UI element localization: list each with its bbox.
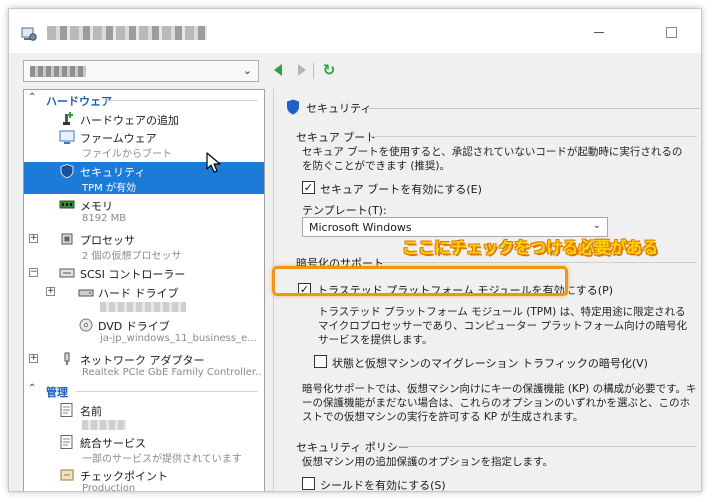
nav-item-label: チェックポイント — [80, 470, 168, 483]
dvd-icon — [79, 318, 93, 332]
template-value: Microsoft Windows — [309, 221, 412, 234]
annotation-highlight-box — [272, 266, 568, 296]
section-header-management[interactable]: ⌃ 管理 — [24, 383, 264, 399]
nav-item-detail: 一部のサービスが提供されています — [82, 454, 242, 465]
nav-item-dvd-drive[interactable]: DVD ドライブ ja-jp_windows_11_business_e... — [24, 316, 264, 348]
settings-app-icon — [21, 27, 37, 41]
template-label: テンプレート(T): — [302, 204, 387, 217]
add-hardware-icon — [63, 112, 73, 125]
expand-icon[interactable]: + — [29, 354, 38, 363]
nav-item-firmware[interactable]: ファームウェア ファイルからブート — [24, 128, 264, 160]
nav-item-detail: TPM が有効 — [82, 183, 136, 194]
scsi-icon — [59, 268, 75, 278]
nav-item-detail: ファイルからブート — [82, 149, 172, 160]
collapse-chevron-icon[interactable]: ⌃ — [28, 92, 36, 103]
divider — [370, 136, 697, 137]
annotation-callout: ここにチェックをつける必要がある — [402, 238, 659, 257]
chevron-down-icon: ⌄ — [592, 220, 601, 231]
divider — [76, 391, 258, 392]
minimize-icon[interactable] — [577, 19, 621, 45]
nav-item-checkpoint[interactable]: チェックポイント Production — [24, 466, 264, 492]
network-adapter-icon — [64, 352, 70, 365]
chevron-down-icon: ⌄ — [242, 64, 252, 77]
group-title-security-policy: セキュリティ ポリシー — [296, 441, 409, 454]
nav-item-label: ネットワーク アダプター — [80, 354, 205, 367]
shield-icon — [60, 164, 74, 178]
secure-boot-checkbox-label[interactable]: セキュア ブートを有効にする(E) — [320, 181, 482, 197]
hard-drive-icon — [78, 289, 94, 297]
section-header-hardware[interactable]: ⌃ ハードウェア — [24, 92, 264, 108]
nav-item-security[interactable]: セキュリティ TPM が有効 — [24, 162, 264, 194]
security-policy-description: 仮想マシン用の追加保護のオプションを指定します。 — [302, 456, 553, 468]
expand-icon[interactable]: + — [46, 287, 55, 296]
nav-item-detail-redacted — [100, 300, 186, 312]
processor-icon — [61, 233, 73, 245]
name-icon — [60, 403, 73, 417]
nav-item-label: 統合サービス — [80, 437, 146, 450]
expand-icon[interactable]: + — [29, 234, 38, 243]
vm-selector-dropdown[interactable]: ⌄ — [23, 60, 259, 82]
nav-item-memory[interactable]: メモリ 8192 MB — [24, 196, 264, 228]
memory-icon — [59, 200, 75, 209]
secure-boot-description: セキュア ブートを使用すると、承認されていないコードが起動時に実行されるのを防ぐ… — [302, 146, 683, 172]
nav-item-name[interactable]: 名前 — [24, 401, 264, 433]
toolbar: ⌄ ↻ — [9, 53, 701, 89]
group-title-secure-boot: セキュア ブート — [296, 131, 377, 144]
divider — [396, 446, 697, 447]
nav-item-label: ファームウェア — [80, 132, 157, 145]
section-label: ハードウェア — [46, 95, 112, 108]
refresh-icon[interactable]: ↻ — [321, 62, 337, 78]
nav-item-detail: Realtek PCIe GbE Family Controller... — [82, 367, 262, 378]
collapse-chevron-icon[interactable]: ⌃ — [28, 383, 36, 394]
window-title-redacted — [47, 26, 207, 40]
integration-icon — [60, 435, 73, 449]
migration-encryption-checkbox[interactable] — [314, 355, 327, 368]
shield-icon — [287, 99, 299, 115]
forward-arrow-icon[interactable] — [293, 62, 309, 78]
nav-item-hard-drive[interactable]: + ハード ドライブ — [24, 283, 264, 315]
nav-item-label: SCSI コントローラー — [80, 268, 186, 281]
firmware-icon — [59, 130, 75, 144]
maximize-icon[interactable] — [649, 19, 693, 45]
divider — [106, 100, 258, 101]
nav-item-label: DVD ドライブ — [98, 320, 170, 333]
nav-item-detail: 2 個の仮想プロセッサ — [82, 251, 182, 262]
back-arrow-icon[interactable] — [271, 62, 287, 78]
pane-header: セキュリティ — [274, 99, 701, 115]
nav-item-label: セキュリティ — [80, 166, 146, 179]
nav-item-detail: ja-jp_windows_11_business_e... — [100, 333, 257, 344]
secure-boot-checkbox[interactable]: ✓ — [302, 181, 315, 194]
nav-item-network-adapter[interactable]: + ネットワーク アダプター Realtek PCIe GbE Family C… — [24, 350, 264, 382]
divider — [382, 262, 697, 263]
nav-item-integration-services[interactable]: 統合サービス 一部のサービスが提供されています — [24, 433, 264, 465]
collapse-icon[interactable]: − — [29, 268, 38, 277]
settings-nav-tree: ⌃ ハードウェア ハードウェアの追加 ファームウェア ファイルからブート セキュ… — [23, 89, 265, 492]
nav-item-detail: 8192 MB — [82, 213, 127, 224]
nav-item-scsi-controller[interactable]: − SCSI コントローラー — [24, 264, 264, 282]
toolbar-divider — [313, 63, 314, 79]
title-bar — [9, 9, 701, 53]
nav-item-label: メモリ — [80, 200, 113, 213]
checkpoint-icon — [60, 469, 74, 481]
tpm-description: トラステッド プラットフォーム モジュール (TPM) は、特定用途に限定される… — [318, 306, 688, 346]
shield-checkbox-label[interactable]: シールドを有効にする(S) — [320, 477, 446, 491]
nav-item-processor[interactable]: + プロセッサ 2 個の仮想プロセッサ — [24, 230, 264, 262]
key-protector-note: 暗号化サポートでは、仮想マシン向けにキーの保護機能 (KP) の構成が必要です。… — [302, 383, 697, 423]
shield-checkbox[interactable] — [302, 477, 315, 490]
page-title: セキュリティ — [306, 102, 372, 115]
divider — [368, 108, 701, 109]
migration-encryption-checkbox-label[interactable]: 状態と仮想マシンのマイグレーション トラフィックの暗号化(V) — [332, 355, 648, 371]
nav-item-label: 名前 — [80, 405, 102, 418]
nav-item-label: ハードウェアの追加 — [80, 114, 179, 127]
section-label: 管理 — [46, 386, 68, 399]
nav-item-detail-redacted — [82, 418, 126, 430]
vm-selector-value-redacted — [30, 66, 86, 77]
nav-item-label: ハード ドライブ — [98, 287, 179, 300]
nav-item-add-hardware[interactable]: ハードウェアの追加 — [24, 110, 264, 128]
mouse-pointer-icon — [206, 152, 221, 173]
nav-item-detail: Production — [82, 483, 136, 492]
nav-item-label: プロセッサ — [80, 234, 135, 247]
